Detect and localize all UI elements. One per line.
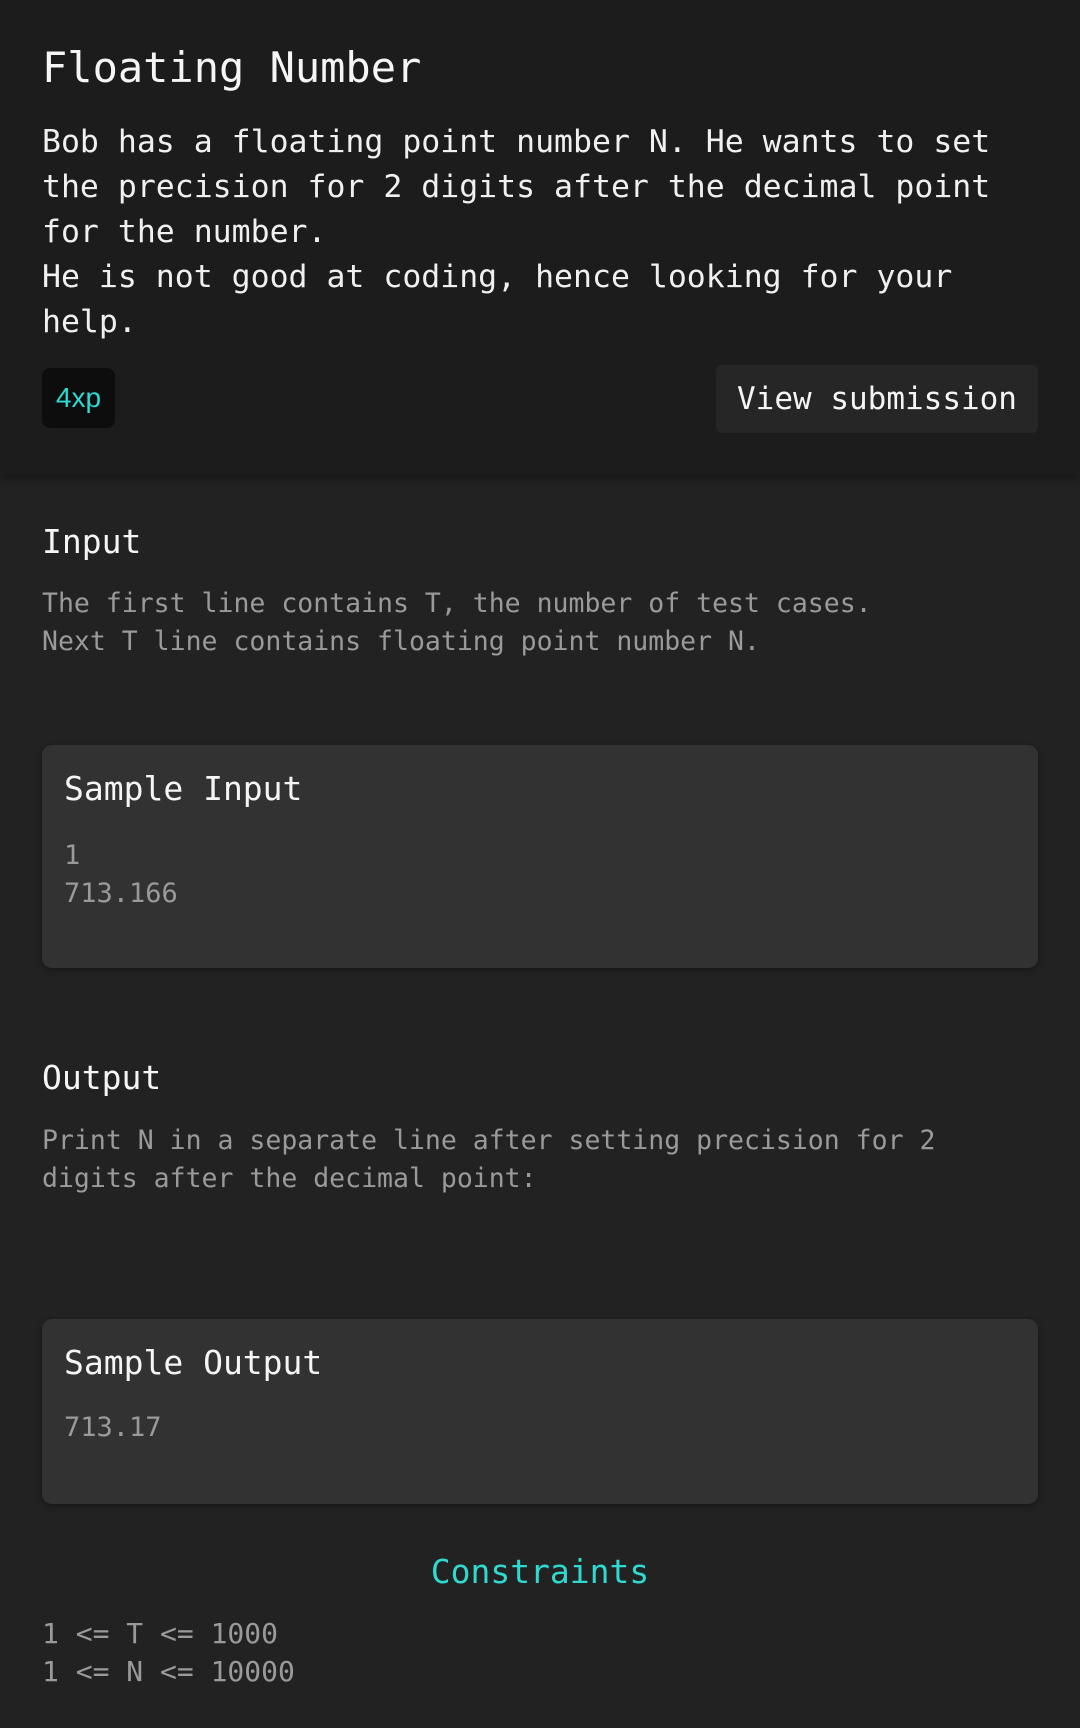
output-section-text: Print N in a separate line after setting… <box>42 1125 936 1194</box>
input-section-title: Input <box>42 522 142 561</box>
sample-input-body: 1 713.166 <box>64 840 178 909</box>
problem-title: Floating Number <box>42 43 422 92</box>
problem-header: Floating Number Bob has a floating point… <box>0 0 1080 475</box>
sample-input-card: Sample Input 1 713.166 <box>42 745 1038 968</box>
xp-badge: 4xp <box>42 368 115 428</box>
constraints-text: 1 <= T <= 1000 1 <= N <= 10000 <box>42 1617 295 1688</box>
view-submission-button[interactable]: View submission <box>716 365 1038 433</box>
sample-input-title: Sample Input <box>64 769 303 808</box>
sample-output-title: Sample Output <box>64 1343 323 1382</box>
constraints-title: Constraints <box>430 1552 650 1591</box>
sample-output-card: Sample Output 713.17 <box>42 1319 1038 1504</box>
input-section-text: The first line contains T, the number of… <box>42 588 872 657</box>
problem-description: Bob has a floating point number N. He wa… <box>42 124 991 340</box>
output-section-title: Output <box>42 1058 162 1097</box>
sample-output-body: 713.17 <box>64 1412 162 1443</box>
